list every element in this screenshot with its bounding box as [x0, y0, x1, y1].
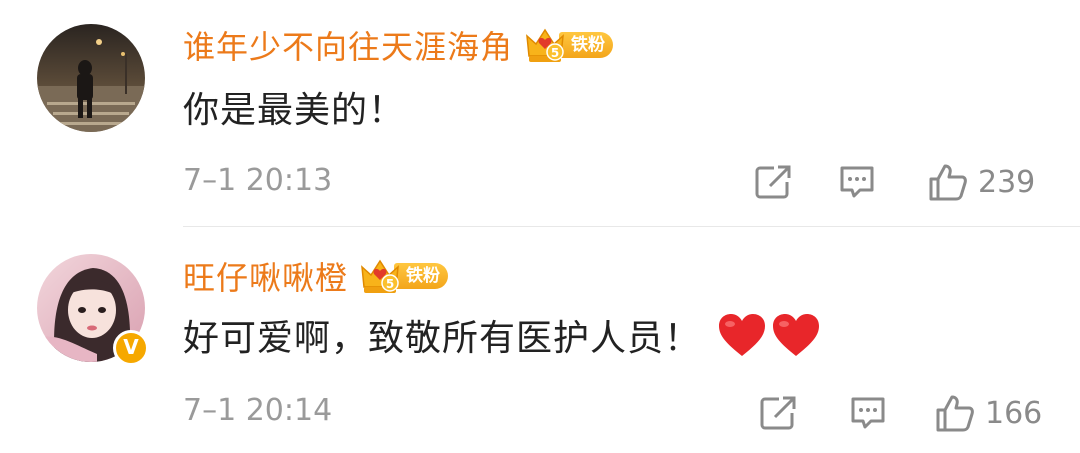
comment-item: V 旺仔啾啾橙 5 铁粉 好可爱啊，致敬所有医护人员！ 7–1 20:14 16… — [0, 227, 1080, 453]
crown-icon: 5 — [526, 28, 564, 62]
like-count: 166 — [985, 395, 1043, 431]
username[interactable]: 旺仔啾啾橙 — [183, 253, 348, 299]
share-icon[interactable] — [759, 395, 797, 431]
crown-icon: 5 — [361, 259, 399, 293]
red-heart-emoji — [719, 314, 766, 356]
comment-actions: 239 — [754, 160, 1035, 204]
avatar[interactable] — [37, 24, 145, 132]
fan-badge[interactable]: 5 铁粉 — [525, 28, 614, 62]
comment-icon[interactable] — [849, 395, 887, 431]
fan-badge-label: 铁粉 — [559, 32, 614, 58]
comment-item: 谁年少不向往天涯海角 5 铁粉 你是最美的！ 7–1 20:13 239 — [0, 0, 1080, 226]
comment-icon[interactable] — [838, 164, 876, 200]
verified-badge: V — [113, 330, 149, 366]
timestamp: 7–1 20:13 — [183, 163, 333, 198]
comment-text: 好可爱啊，致敬所有医护人员！ — [183, 310, 821, 360]
thumbs-up-icon[interactable] — [928, 163, 968, 201]
comment-body: 好可爱啊，致敬所有医护人员！ — [183, 318, 702, 359]
like-count: 239 — [978, 164, 1036, 200]
timestamp: 7–1 20:14 — [183, 393, 333, 428]
share-icon[interactable] — [754, 164, 792, 200]
comment-actions: 166 — [759, 391, 1042, 435]
comment-body: 你是最美的！ — [183, 90, 406, 131]
red-heart-emoji — [773, 314, 820, 356]
fan-level-number: 5 — [551, 46, 559, 60]
fan-level-number: 5 — [386, 277, 394, 291]
thumbs-up-icon[interactable] — [935, 394, 975, 432]
fan-badge-label: 铁粉 — [394, 263, 449, 289]
fan-badge[interactable]: 5 铁粉 — [360, 259, 449, 293]
username[interactable]: 谁年少不向往天涯海角 — [183, 22, 513, 68]
comment-text: 你是最美的！ — [183, 82, 405, 132]
